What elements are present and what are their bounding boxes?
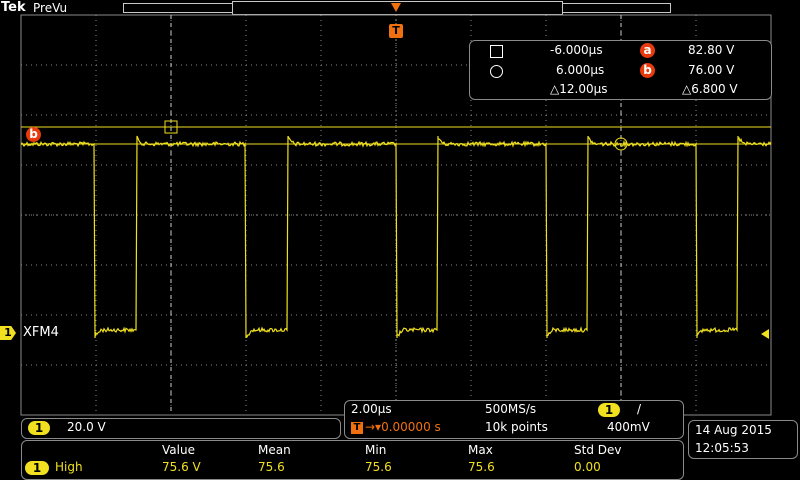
cursor-a-badge: a (640, 43, 655, 58)
measurement-header-mean: Mean (258, 443, 291, 457)
channel1-scale-panel[interactable]: 1 20.0 V (21, 418, 341, 439)
measurement-std-dev: 0.00 (574, 460, 601, 474)
measurement-header-max: Max (468, 443, 493, 457)
cursor-delta-time: △12.00µs (550, 82, 608, 96)
sample-rate: 500MS/s (485, 402, 537, 416)
down-arrow-icon: →▾ (365, 420, 382, 434)
trigger-position-readout: →▾0.00000 s (365, 420, 441, 434)
trigger-slope-icon: / (637, 402, 642, 416)
trigger-level-marker-icon[interactable] (761, 329, 769, 339)
circle-cursor-icon (490, 65, 503, 78)
trigger-position-value: 0.00000 s (381, 420, 441, 434)
measurement-mean: 75.6 (258, 460, 285, 474)
trigger-position-icon: T (351, 422, 363, 434)
cursor-delta-value: △6.800 V (682, 82, 738, 96)
timebase-panel[interactable]: 2.00µs 500MS/s 1 / T →▾0.00000 s 10k poi… (344, 400, 684, 439)
cursor-readout-panel: -6.000µs a 82.80 V 6.000µs b 76.00 V △12… (469, 40, 772, 100)
cursor-a-value: 82.80 V (688, 43, 735, 57)
measurement-header-value: Value (162, 443, 195, 457)
cursor-b-time: 6.000µs (556, 63, 605, 77)
trigger-position-marker[interactable]: T (389, 24, 403, 38)
measurement-header-std-dev: Std Dev (574, 443, 622, 457)
measurement-panel: Value Mean Min Max Std Dev 1 High 75.6 V… (21, 440, 684, 480)
measurement-value: 75.6 V (162, 460, 201, 474)
trigger-arrow-icon (391, 3, 401, 12)
trigger-level: 400mV (607, 420, 650, 434)
measurement-header-min: Min (365, 443, 387, 457)
square-cursor-icon (490, 45, 503, 58)
datetime-panel: 14 Aug 2015 12:05:53 (688, 420, 798, 459)
cursor-b-badge: b (640, 63, 655, 78)
timebase-scale: 2.00µs (351, 402, 392, 416)
time-display: 12:05:53 (695, 441, 749, 455)
measurement-min: 75.6 (365, 460, 392, 474)
channel1-scale-badge: 1 (28, 421, 50, 435)
trigger-source-badge: 1 (598, 403, 620, 417)
cursor-b-level-marker[interactable]: b (26, 127, 41, 142)
channel1-label: XFM4 (23, 325, 59, 340)
cursor-b-value: 76.00 V (688, 63, 735, 77)
oscilloscope-screen: Tek PreVu T -6.000µs a 82.80 V 6.000µs b… (0, 0, 800, 480)
measurement-max: 75.6 (468, 460, 495, 474)
record-length: 10k points (485, 420, 548, 434)
cursor-a-time: -6.000µs (550, 43, 603, 57)
measurement-channel-badge: 1 (25, 461, 49, 475)
channel1-scale-value: 20.0 V (67, 420, 106, 434)
measurement-name: High (55, 460, 83, 474)
date-display: 14 Aug 2015 (695, 423, 772, 437)
